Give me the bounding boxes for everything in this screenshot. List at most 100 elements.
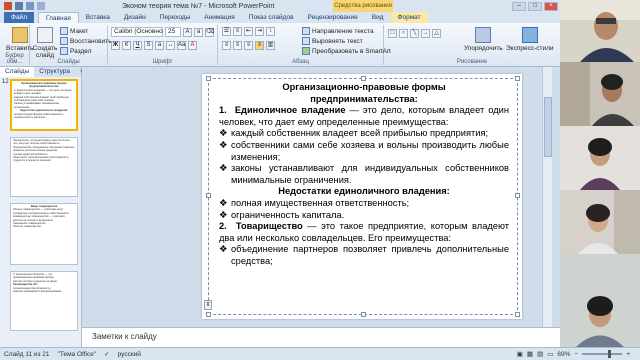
slide-counter: Слайд 11 из 21 <box>4 350 50 358</box>
tab-outline[interactable]: Структура <box>34 67 75 77</box>
tab-insert[interactable]: Вставка <box>79 12 117 23</box>
new-slide-button[interactable]: Создать слайд <box>33 27 57 59</box>
line-spacing-icon[interactable]: ↕ <box>266 27 275 36</box>
zoom-slider[interactable] <box>582 350 623 358</box>
ribbon-tabs: Файл Главная Вставка Дизайн Переходы Ани… <box>0 12 560 23</box>
scrollbar-thumb[interactable] <box>544 97 552 157</box>
resize-handle[interactable] <box>515 312 520 317</box>
slide-canvas[interactable]: Организационно-правовые формы предприним… <box>202 74 522 319</box>
shadow-icon[interactable]: S <box>144 41 153 50</box>
decrease-indent-icon[interactable]: ⇤ <box>244 27 253 36</box>
tab-design[interactable]: Дизайн <box>117 12 153 23</box>
tab-review[interactable]: Рецензирование <box>301 12 365 23</box>
bullet-item: ❖ полная имущественная ответственность; <box>219 197 410 208</box>
justify-icon[interactable]: ≡ <box>255 41 264 50</box>
font-name-field[interactable]: Calibri (Основно <box>111 27 163 37</box>
shape-triangle-icon: △ <box>432 29 441 38</box>
thumb-text: Виды товарищества Полное товарищество — … <box>13 205 69 229</box>
shapes-gallery[interactable]: □ ○ ╲ → △ <box>388 29 441 38</box>
bullets-icon[interactable]: ☰ <box>222 27 231 36</box>
smartart-button[interactable]: Преобразовать в SmartArt <box>302 47 391 55</box>
language[interactable]: русский <box>118 351 141 358</box>
participant-video <box>560 190 640 254</box>
quick-styles-button[interactable]: Экспресс-стили <box>506 27 554 52</box>
smartart-icon <box>302 47 310 55</box>
align-left-icon[interactable]: ≡ <box>222 41 231 50</box>
view-slideshow-icon[interactable]: ▭ <box>547 350 553 358</box>
arrange-button[interactable]: Упорядочить <box>464 27 503 52</box>
autofit-options-icon[interactable]: ⇕ <box>204 300 212 310</box>
numbering-icon[interactable]: ≡ <box>233 27 242 36</box>
close-button[interactable]: × <box>544 1 558 11</box>
spellcheck-icon[interactable]: ✓ <box>104 350 109 358</box>
drawing-tools-context-label: Средства рисования <box>333 0 393 12</box>
resize-handle[interactable] <box>206 76 211 81</box>
tab-format[interactable]: Формат <box>390 12 428 23</box>
quick-styles-icon <box>521 27 538 43</box>
align-center-icon[interactable]: ≡ <box>233 41 242 50</box>
new-slide-icon <box>37 27 53 43</box>
content-textbox[interactable]: Организационно-правовые формы предприним… <box>206 76 520 317</box>
zoom-in-icon[interactable]: + <box>626 351 630 358</box>
bullet-item: ❖ законы устанавливают для индивидуальных… <box>219 163 509 185</box>
tab-file[interactable]: Файл <box>4 12 34 23</box>
align-text-button[interactable]: Выровнять текст <box>302 37 363 45</box>
resize-handle[interactable] <box>361 312 366 317</box>
redo-icon[interactable] <box>37 2 45 10</box>
tab-slideshow[interactable]: Показ слайдов <box>242 12 301 23</box>
underline-icon[interactable]: Ч <box>133 41 142 50</box>
diamond-bullet-icon: ❖ <box>219 139 228 150</box>
spacing-icon[interactable]: ↔ <box>166 41 175 50</box>
save-icon[interactable] <box>15 2 23 10</box>
maximize-button[interactable]: □ <box>528 1 542 11</box>
vertical-scrollbar[interactable] <box>542 67 552 327</box>
clipboard-group-label: Буфер обм... <box>5 53 24 65</box>
text-direction-button[interactable]: Направление текста <box>302 27 374 35</box>
increase-indent-icon[interactable]: ⇥ <box>255 27 264 36</box>
shape-oval-icon: ○ <box>399 29 408 38</box>
tab-animations[interactable]: Анимация <box>197 12 242 23</box>
term-partnership: Товарищество <box>235 221 303 232</box>
grow-font-icon[interactable]: A <box>183 27 192 37</box>
resize-handle[interactable] <box>515 193 520 198</box>
align-right-icon[interactable]: ≡ <box>244 41 253 50</box>
tab-transitions[interactable]: Переходы <box>153 12 198 23</box>
paragraph-partnership: 2. Товарищество — это такое предприятие,… <box>219 221 509 243</box>
resize-handle[interactable] <box>206 312 211 317</box>
columns-icon[interactable]: ▥ <box>266 41 275 50</box>
notes-placeholder: Заметки к слайду <box>92 332 157 341</box>
zoom-out-icon[interactable]: − <box>574 351 578 358</box>
zoom-level[interactable]: 69% <box>557 351 570 358</box>
view-sorter-icon[interactable]: ▦ <box>527 350 533 358</box>
tab-home[interactable]: Главная <box>37 12 79 23</box>
diamond-bullet-icon: ❖ <box>219 128 228 139</box>
case-icon[interactable]: Aa <box>177 41 186 50</box>
strikethrough-icon[interactable]: a <box>155 41 164 50</box>
tab-view[interactable]: Вид <box>365 12 391 23</box>
resize-handle[interactable] <box>515 76 520 81</box>
reset-button[interactable]: Восстановить <box>60 37 112 45</box>
tab-slides[interactable]: Слайды <box>0 67 35 77</box>
slide-title: Организационно-правовые формы <box>282 82 446 92</box>
resize-handle[interactable] <box>361 76 366 81</box>
window-title: Эконом теория тема №7 - Microsoft PowerP… <box>122 2 275 10</box>
shape-line-icon: ╲ <box>410 29 419 38</box>
font-size-field[interactable]: 25 <box>165 27 181 37</box>
term-sole-proprietorship: Единоличное владение <box>234 105 346 116</box>
shrink-font-icon[interactable]: a <box>194 27 203 37</box>
layout-button[interactable]: Макет <box>60 27 88 35</box>
bullet-item: ❖ собственники сами себе хозяева и вольны… <box>219 139 509 162</box>
section-button[interactable]: Раздел <box>60 47 91 55</box>
notes-pane[interactable]: Заметки к слайду <box>82 327 560 347</box>
italic-icon[interactable]: К <box>122 41 131 50</box>
view-normal-icon[interactable]: ▣ <box>517 350 523 358</box>
minimize-button[interactable]: – <box>512 1 526 11</box>
font-color-icon[interactable]: A <box>188 41 197 50</box>
resize-handle[interactable] <box>206 193 211 198</box>
bold-icon[interactable]: Ж <box>111 41 120 50</box>
clear-format-icon[interactable]: ⌫ <box>205 27 214 37</box>
font-group: Calibri (Основно 25 A a ⌫ Ж К Ч S a ↔ Aa… <box>108 25 218 65</box>
shape-rect-icon: □ <box>388 29 397 38</box>
view-reading-icon[interactable]: ▤ <box>537 350 543 358</box>
undo-icon[interactable] <box>26 2 34 10</box>
